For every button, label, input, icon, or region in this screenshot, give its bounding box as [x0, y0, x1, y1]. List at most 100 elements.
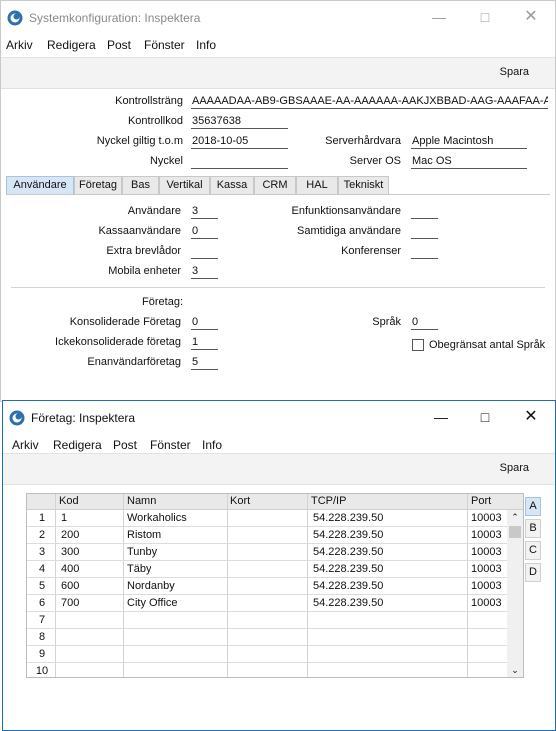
kontrollkod-field[interactable]: 35637638: [191, 115, 288, 129]
serverhardvara-field[interactable]: Apple Macintosh: [411, 135, 527, 149]
table-row[interactable]: 4 400 Täby 54.228.239.50 10003: [27, 561, 507, 578]
menu-fonster[interactable]: Fönster: [144, 38, 185, 52]
column-header-tcpip[interactable]: TCP/IP: [311, 495, 346, 507]
cell-port[interactable]: 10003: [471, 580, 505, 592]
cell-port[interactable]: 10003: [471, 563, 505, 575]
ickekonsoliderade-field[interactable]: 1: [191, 336, 218, 350]
tab-anvandare[interactable]: Användare: [6, 176, 74, 195]
cell-kod[interactable]: 200: [61, 529, 79, 541]
cell-namn[interactable]: Ristom: [127, 529, 161, 541]
companies-table: Kod Namn Kort TCP/IP Port 1 1 Workaholic…: [26, 493, 524, 678]
side-tab-a[interactable]: A: [525, 497, 541, 516]
samtidiga-field[interactable]: [411, 225, 438, 239]
title-bar[interactable]: Företag: Inspektera — □ ✕: [3, 401, 555, 433]
maximize-icon[interactable]: □: [462, 3, 508, 31]
menu-redigera[interactable]: Redigera: [53, 438, 102, 452]
menu-arkiv[interactable]: Arkiv: [6, 38, 33, 52]
row-number: 3: [38, 546, 46, 558]
extra-brevlador-field[interactable]: [191, 245, 218, 259]
table-row[interactable]: 6 700 City Office 54.228.239.50 10003: [27, 595, 507, 612]
row-number: 9: [38, 648, 46, 660]
nyckel-field[interactable]: [191, 155, 288, 169]
obegransat-label: Obegränsat antal Språk: [429, 339, 546, 351]
row-number: 2: [38, 529, 46, 541]
cell-namn[interactable]: Workaholics: [127, 512, 187, 524]
maximize-icon[interactable]: □: [462, 403, 508, 431]
close-icon[interactable]: ✕: [508, 3, 554, 31]
konferenser-field[interactable]: [411, 245, 438, 259]
save-button[interactable]: Spara: [500, 462, 529, 474]
kontrollstrang-field[interactable]: AAAAADAA-AB9-GBSAAAE-AA-AAAAAA-AAKJXBBAD…: [191, 95, 548, 109]
enfunktion-field[interactable]: [411, 205, 438, 219]
cell-port[interactable]: 10003: [471, 512, 505, 524]
mobila-enheter-field[interactable]: 3: [191, 265, 218, 279]
menu-fonster[interactable]: Fönster: [150, 438, 191, 452]
title-bar[interactable]: Systemkonfiguration: Inspektera — □ ✕: [1, 1, 555, 33]
side-tab-c[interactable]: C: [525, 541, 541, 560]
cell-tcpip[interactable]: 54.228.239.50: [313, 563, 383, 575]
obegransat-checkbox[interactable]: [412, 339, 424, 351]
kassaanvandare-field[interactable]: 0: [191, 225, 218, 239]
tab-hal[interactable]: HAL: [296, 176, 338, 195]
save-button[interactable]: Spara: [500, 66, 529, 78]
cell-port[interactable]: 10003: [471, 529, 505, 541]
nyckel-giltig-field[interactable]: 2018-10-05: [191, 135, 288, 149]
cell-kod[interactable]: 1: [61, 512, 67, 524]
cell-kod[interactable]: 400: [61, 563, 79, 575]
konsoliderade-field[interactable]: 0: [191, 316, 218, 330]
side-tab-d[interactable]: D: [525, 563, 541, 582]
table-row[interactable]: 3 300 Tunby 54.228.239.50 10003: [27, 544, 507, 561]
cell-port[interactable]: 10003: [471, 546, 505, 558]
cell-tcpip[interactable]: 54.228.239.50: [313, 580, 383, 592]
column-header-port[interactable]: Port: [471, 495, 491, 507]
cell-tcpip[interactable]: 54.228.239.50: [313, 512, 383, 524]
scrollbar-thumb[interactable]: [509, 526, 521, 538]
table-row[interactable]: 1 1 Workaholics 54.228.239.50 10003: [27, 510, 507, 527]
chevron-down-icon[interactable]: ⌄: [507, 663, 523, 677]
side-tab-b[interactable]: B: [525, 519, 541, 538]
chevron-up-icon[interactable]: ⌃: [507, 510, 523, 524]
table-row[interactable]: 9: [27, 646, 507, 663]
column-header-kod[interactable]: Kod: [59, 495, 79, 507]
menu-post[interactable]: Post: [107, 38, 131, 52]
column-header-kort[interactable]: Kort: [230, 495, 250, 507]
minimize-icon[interactable]: —: [418, 403, 464, 431]
table-row[interactable]: 7: [27, 612, 507, 629]
server-os-field[interactable]: Mac OS: [411, 155, 527, 169]
cell-port[interactable]: 10003: [471, 597, 505, 609]
cell-namn[interactable]: Täby: [127, 563, 151, 575]
tab-tekniskt[interactable]: Tekniskt: [338, 176, 389, 195]
cell-tcpip[interactable]: 54.228.239.50: [313, 597, 383, 609]
cell-tcpip[interactable]: 54.228.239.50: [313, 546, 383, 558]
menu-arkiv[interactable]: Arkiv: [12, 438, 39, 452]
column-header-namn[interactable]: Namn: [127, 495, 156, 507]
close-icon[interactable]: ✕: [508, 403, 554, 431]
table-row[interactable]: 10: [27, 663, 507, 677]
anvandare-field[interactable]: 3: [191, 205, 218, 219]
table-row[interactable]: 2 200 Ristom 54.228.239.50 10003: [27, 527, 507, 544]
enanvandar-label: Enanvändarföretag: [87, 356, 181, 368]
cell-kod[interactable]: 300: [61, 546, 79, 558]
cell-kod[interactable]: 700: [61, 597, 79, 609]
menu-info[interactable]: Info: [202, 438, 222, 452]
table-row[interactable]: 8: [27, 629, 507, 646]
menu-redigera[interactable]: Redigera: [47, 38, 96, 52]
cell-namn[interactable]: Tunby: [127, 546, 157, 558]
tab-kassa[interactable]: Kassa: [210, 176, 254, 195]
enanvandar-field[interactable]: 5: [191, 356, 218, 370]
table-row[interactable]: 5 600 Nordanby 54.228.239.50 10003: [27, 578, 507, 595]
server-os-label: Server OS: [349, 155, 401, 167]
tab-crm[interactable]: CRM: [254, 176, 296, 195]
tab-bas[interactable]: Bas: [122, 176, 159, 195]
cell-tcpip[interactable]: 54.228.239.50: [313, 529, 383, 541]
cell-namn[interactable]: City Office: [127, 597, 178, 609]
minimize-icon[interactable]: —: [416, 3, 462, 31]
row-number: 6: [38, 597, 46, 609]
cell-kod[interactable]: 600: [61, 580, 79, 592]
sprak-field[interactable]: 0: [411, 316, 438, 330]
menu-post[interactable]: Post: [113, 438, 137, 452]
tab-foretag[interactable]: Företag: [74, 176, 122, 195]
cell-namn[interactable]: Nordanby: [127, 580, 175, 592]
menu-info[interactable]: Info: [196, 38, 216, 52]
tab-vertikal[interactable]: Vertikal: [159, 176, 210, 195]
